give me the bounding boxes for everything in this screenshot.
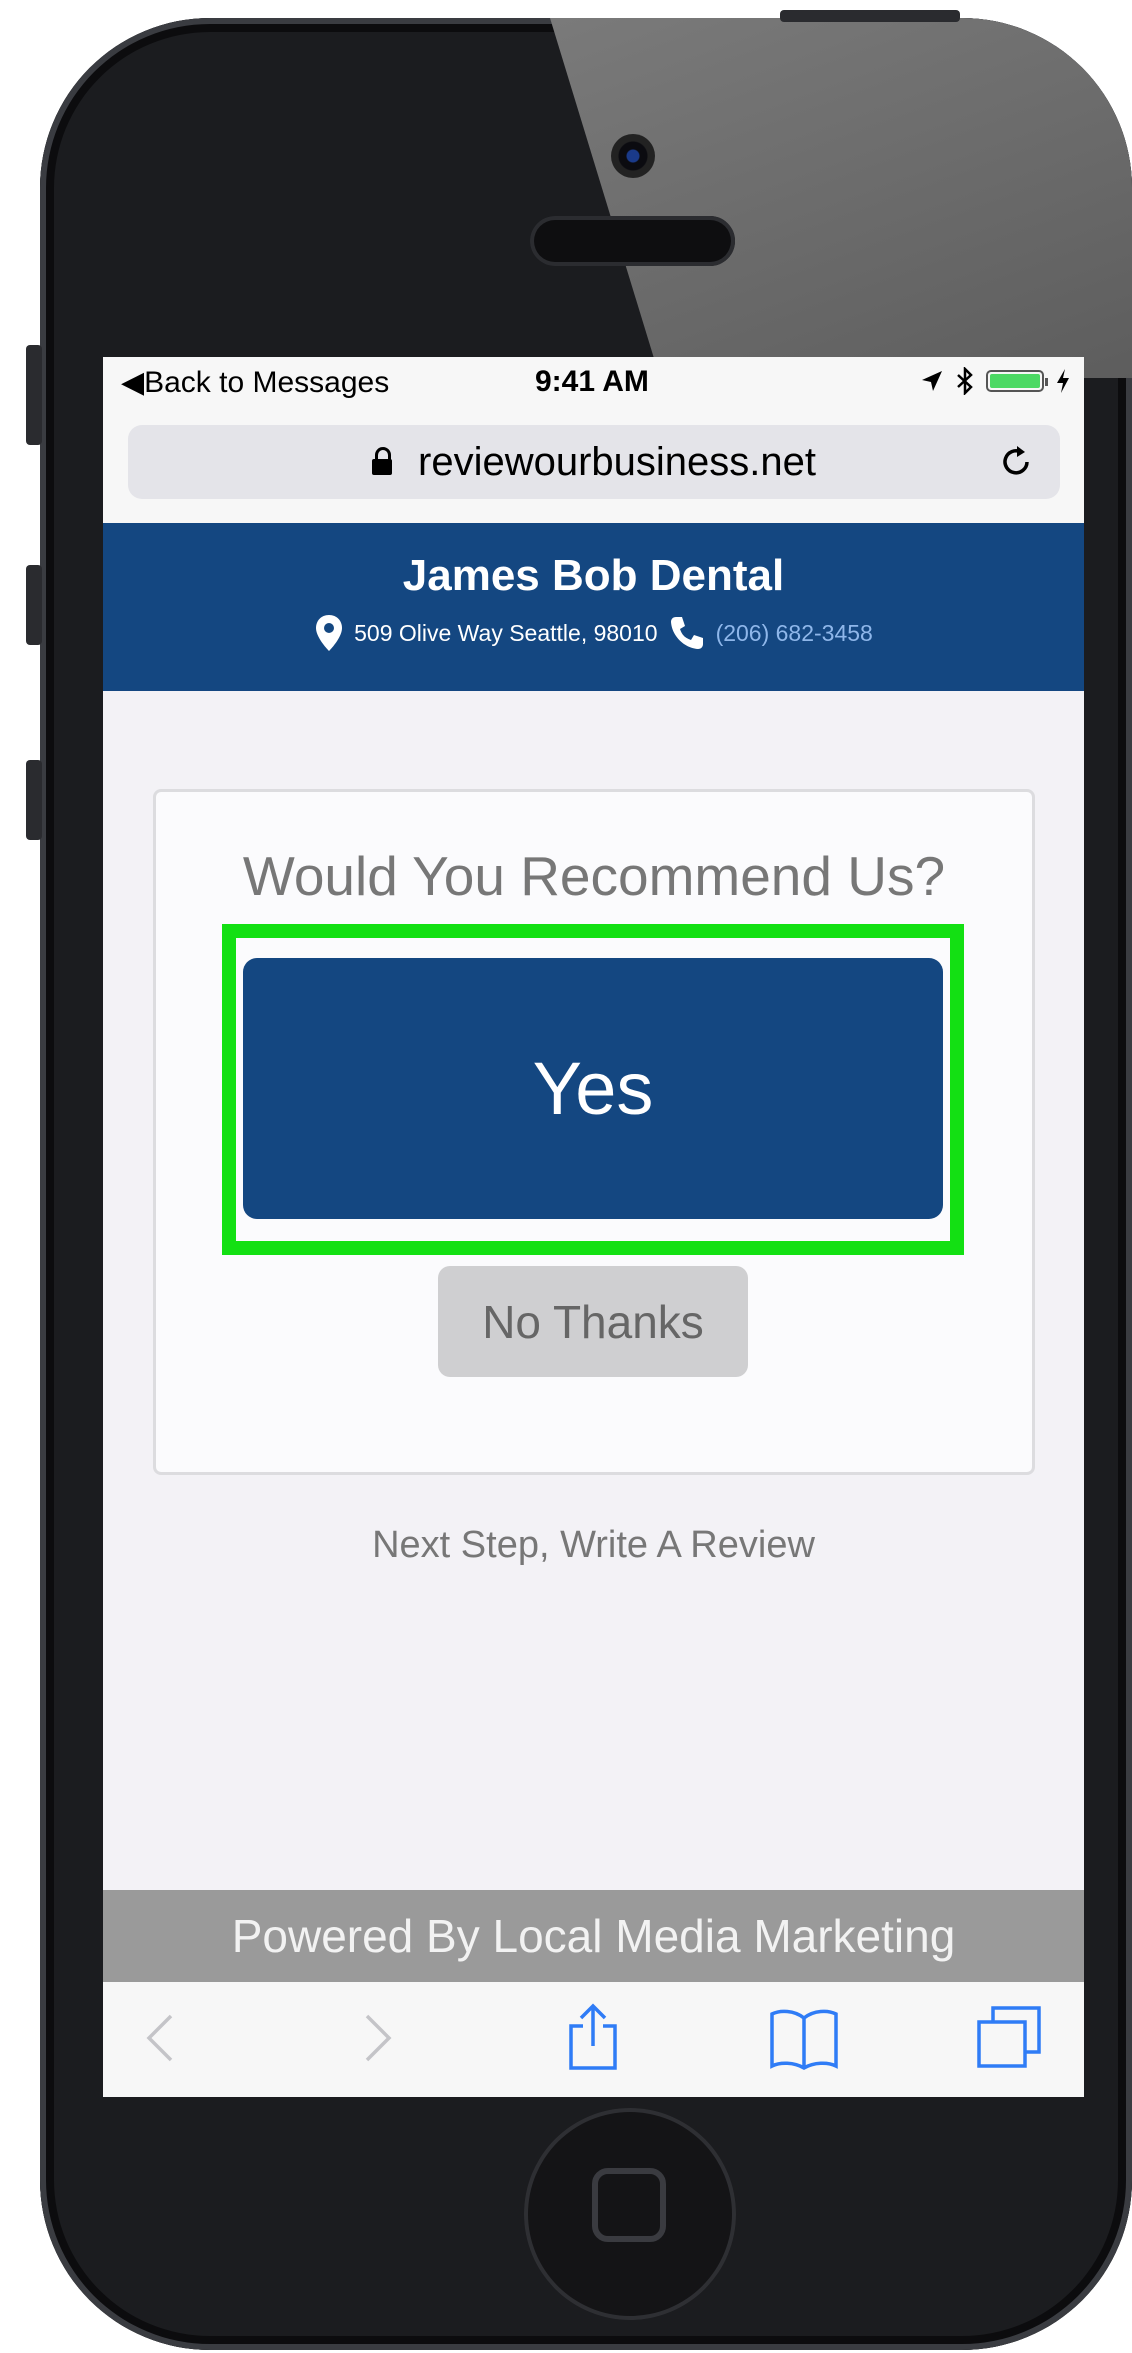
- browser-toolbar: [103, 1982, 1084, 2097]
- charging-bolt-icon: [1057, 369, 1069, 393]
- status-icons: [920, 367, 1070, 395]
- footer-powered-by: Powered By Local Media Marketing: [103, 1890, 1084, 1982]
- bookmarks-icon[interactable]: [768, 2006, 840, 2072]
- map-pin-icon: [316, 615, 343, 651]
- business-name: James Bob Dental: [402, 551, 785, 600]
- volume-up-button: [26, 565, 42, 645]
- back-triangle-icon: ◀: [121, 366, 145, 399]
- battery-icon: [986, 370, 1048, 392]
- back-to-messages[interactable]: ◀Back to Messages: [121, 365, 389, 400]
- mute-switch: [26, 345, 42, 445]
- business-phone[interactable]: (206) 682-3458: [716, 620, 873, 647]
- location-arrow-icon: [922, 371, 942, 391]
- share-icon[interactable]: [563, 2002, 623, 2072]
- business-address: 509 Olive Way Seattle, 98010: [354, 619, 658, 646]
- forward-arrow-icon[interactable]: [361, 2010, 395, 2066]
- reload-icon[interactable]: [996, 442, 1036, 482]
- lock-icon: [372, 447, 392, 475]
- back-label: Back to Messages: [144, 366, 390, 399]
- browser-address-area: reviewourbusiness.net: [103, 411, 1084, 523]
- volume-down-button: [26, 760, 42, 840]
- home-button-icon: [592, 2168, 666, 2242]
- phone-icon: [670, 617, 703, 649]
- back-arrow-icon[interactable]: [143, 2010, 177, 2066]
- phone-screen: ◀Back to Messages 9:41 AM reviewourbusin…: [103, 357, 1084, 2097]
- next-step-text: Next Step, Write A Review: [372, 1524, 815, 1566]
- address-bar[interactable]: reviewourbusiness.net: [128, 425, 1060, 499]
- business-contact: 509 Olive Way Seattle, 98010 (206) 682-3…: [103, 613, 1084, 653]
- business-header: James Bob Dental 509 Olive Way Seattle, …: [103, 523, 1084, 691]
- front-camera: [611, 134, 655, 178]
- bluetooth-icon: [957, 367, 973, 395]
- earpiece-speaker: [530, 216, 735, 266]
- screen-glare: [550, 18, 1132, 378]
- status-bar: ◀Back to Messages 9:41 AM: [103, 357, 1084, 411]
- power-button: [780, 10, 960, 22]
- tabs-icon[interactable]: [975, 2004, 1045, 2070]
- yes-button[interactable]: Yes: [243, 958, 943, 1219]
- status-time: 9:41 AM: [535, 365, 649, 398]
- url-text: reviewourbusiness.net: [418, 439, 816, 484]
- survey-question: Would You Recommend Us?: [242, 845, 946, 907]
- no-thanks-button[interactable]: No Thanks: [438, 1266, 748, 1377]
